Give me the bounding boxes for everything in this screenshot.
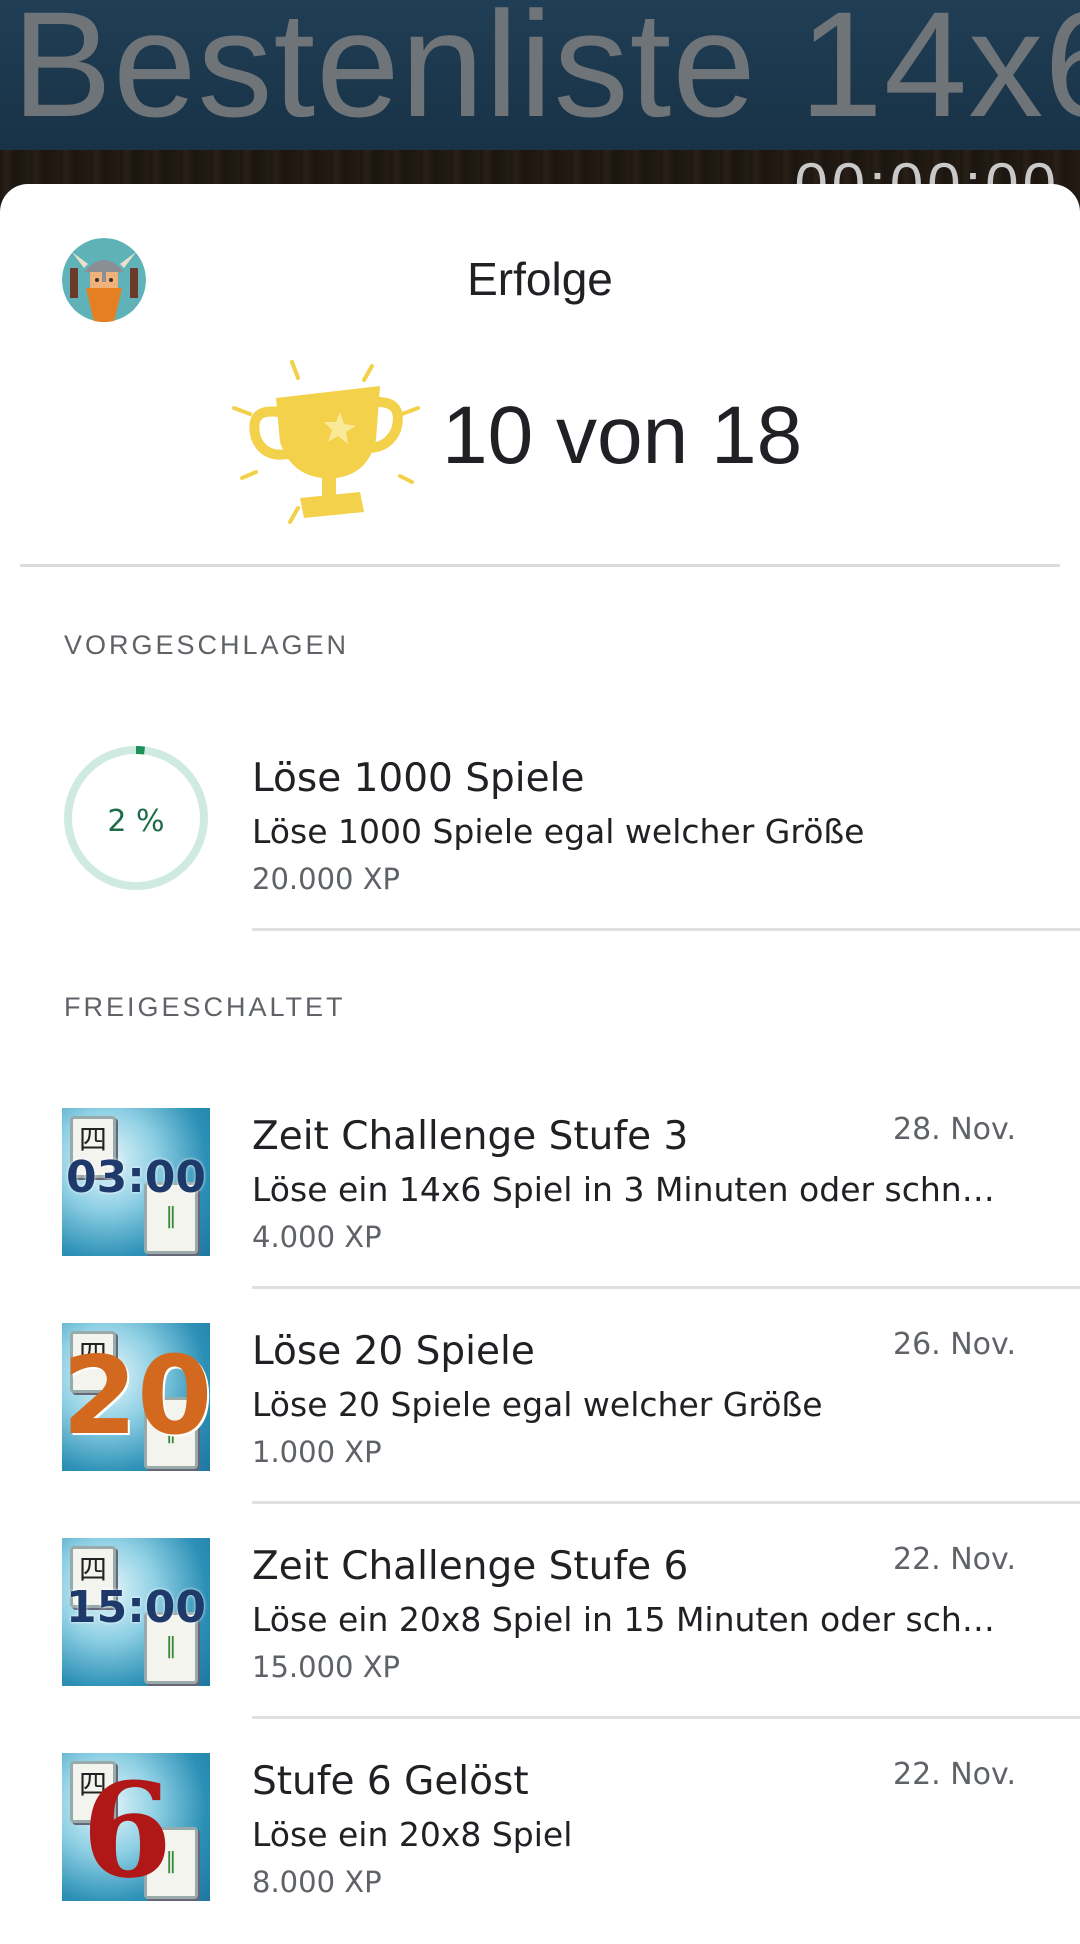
achievement-date: 22. Nov. [892,1542,1016,1577]
achievement-description: Löse ein 20x8 Spiel in 15 Minuten oder s… [252,1600,1012,1639]
achievement-description: Löse 20 Spiele egal welcher Größe [252,1385,823,1424]
achievement-description: Löse ein 20x8 Spiel [252,1815,573,1854]
item-divider [252,1716,1080,1719]
achievement-xp: 8.000 XP [252,1865,382,1899]
achievement-xp: 1.000 XP [252,1435,382,1469]
games-count-icon: 四 ‖ 20 [62,1323,213,1471]
achievement-title: Zeit Challenge Stufe 3 [252,1114,689,1159]
game-header: Bestenliste 14x6 [0,0,1080,150]
achievement-title: Zeit Challenge Stufe 6 [252,1544,689,1589]
time-challenge-icon: 四 ‖ 03:00 [62,1108,210,1256]
trophy-icon [228,342,424,538]
achievements-sheet: Erfolge 10 von 18 VORGESCHLAGEN 2 % Löse… [0,184,1080,1944]
achievement-date: 22. Nov. [892,1757,1016,1792]
achievement-xp: 15.000 XP [252,1650,401,1684]
item-divider [252,1501,1080,1504]
badge-text: 15:00 [65,1582,207,1633]
achievement-count: 10 von 18 [442,390,803,481]
achievement-title: Stufe 6 Gelöst [252,1759,529,1804]
section-label-suggested: VORGESCHLAGEN [64,630,350,660]
achievement-xp: 20.000 XP [252,862,401,896]
badge-text: 03:00 [65,1152,207,1203]
badge-text: 20 [62,1334,213,1459]
sheet-title: Erfolge [467,253,613,305]
achievement-title: Löse 20 Spiele [252,1329,535,1374]
badge-text: 6 [81,1754,173,1907]
time-challenge-icon: 四 ‖ 15:00 [62,1538,210,1686]
achievement-title: Löse 1000 Spiele [252,756,585,801]
level-solved-icon: 四 ‖ 6 [62,1753,210,1901]
section-label-unlocked: FREIGESCHALTET [64,992,346,1022]
leaderboard-title: Bestenliste 14x6 [12,0,1080,148]
achievement-description: Löse ein 14x6 Spiel in 3 Minuten oder sc… [252,1170,1012,1209]
progress-text: 2 % [107,804,165,839]
achievement-xp: 4.000 XP [252,1220,382,1254]
divider [20,564,1060,567]
item-divider [252,1286,1080,1289]
achievement-description: Löse 1000 Spiele egal welcher Größe [252,812,865,851]
item-divider [252,928,1080,931]
achievement-date: 28. Nov. [892,1112,1016,1147]
achievement-date: 26. Nov. [892,1327,1016,1362]
